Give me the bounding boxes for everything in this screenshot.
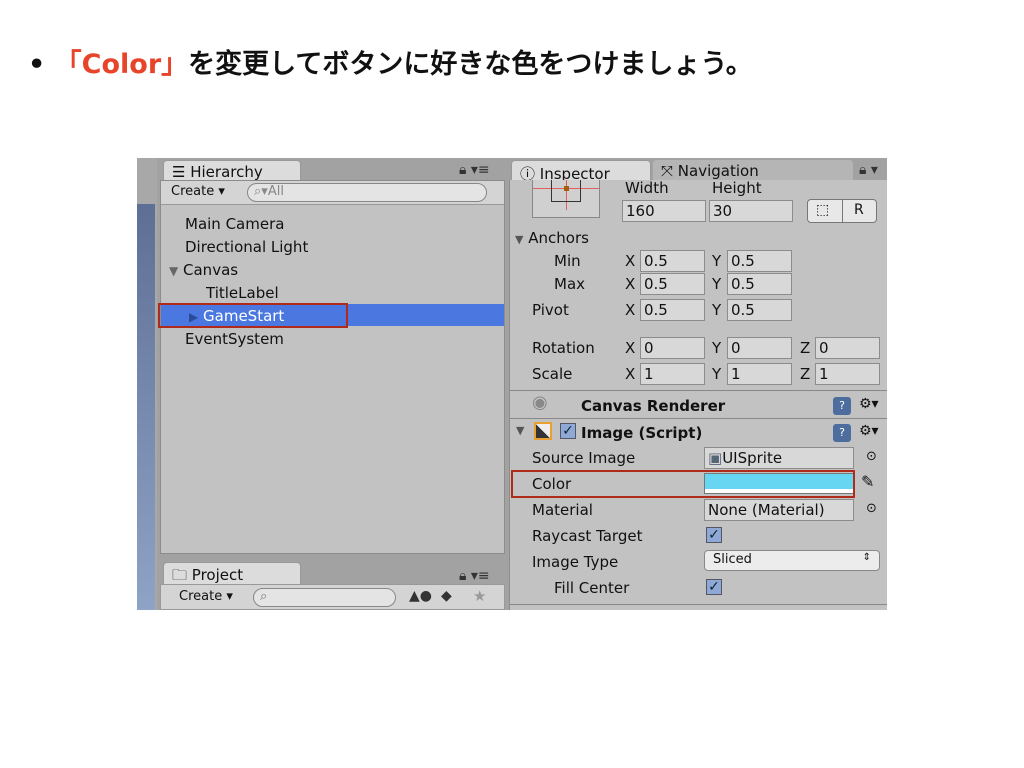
- gear-icon[interactable]: ⚙▾: [859, 396, 879, 412]
- scale-z-field[interactable]: 1: [815, 363, 880, 385]
- scale-label: Scale: [532, 365, 573, 383]
- search-icon: ⌕: [260, 589, 268, 604]
- rotation-x-field[interactable]: 0: [640, 337, 705, 359]
- scale-x-field[interactable]: 1: [640, 363, 705, 385]
- foldout-arrow-icon[interactable]: ▼: [516, 424, 524, 437]
- rotation-z-field[interactable]: 0: [815, 337, 880, 359]
- create-dropdown[interactable]: Create ▾: [179, 589, 233, 604]
- hierarchy-search-input[interactable]: ⌕▾All: [247, 183, 487, 202]
- y-label: Y: [712, 339, 722, 357]
- gear-icon[interactable]: ⚙▾: [859, 423, 879, 439]
- fill-center-checkbox[interactable]: ✓: [706, 579, 722, 595]
- help-icon[interactable]: ?: [833, 424, 851, 442]
- x-label: X: [625, 252, 636, 270]
- pivot-y-field[interactable]: 0.5: [727, 299, 792, 321]
- image-enabled-checkbox[interactable]: ✓: [560, 423, 576, 439]
- raycast-target-label: Raycast Target: [532, 527, 643, 545]
- help-icon[interactable]: ?: [833, 397, 851, 415]
- component-header[interactable]: Canvas Renderer: [581, 396, 725, 416]
- hierarchy-panel: Create ▾ ⌕▾All Main Camera Directional L…: [158, 180, 505, 554]
- source-image-label: Source Image: [532, 449, 636, 467]
- pivot-label: Pivot: [532, 301, 569, 319]
- favorites-star-icon[interactable]: ★: [473, 587, 486, 605]
- scene-view-strip: [137, 204, 155, 610]
- material-label: Material: [532, 501, 593, 519]
- y-label: Y: [712, 365, 722, 383]
- y-label: Y: [712, 301, 722, 319]
- tree-item[interactable]: Main Camera: [185, 215, 284, 233]
- source-image-field[interactable]: ▣UISprite: [704, 447, 854, 469]
- slide-title: • 「Color」を変更してボタンに好きな色をつけましょう。: [28, 42, 753, 81]
- raycast-target-checkbox[interactable]: ✓: [706, 527, 722, 543]
- x-label: X: [625, 365, 636, 383]
- z-label: Z: [800, 365, 811, 383]
- scale-y-field[interactable]: 1: [727, 363, 792, 385]
- bullet: •: [28, 49, 46, 80]
- anchor-max-y-field[interactable]: 0.5: [727, 273, 792, 295]
- blueprint-raw-buttons: ⬚ R: [807, 199, 877, 223]
- anchor-min-y-field[interactable]: 0.5: [727, 250, 792, 272]
- inspector-panel: Width Height 160 30 ⬚ R ▼ Anchors Min Ma…: [509, 179, 887, 610]
- anchors-foldout[interactable]: ▼ Anchors: [515, 228, 589, 250]
- lock-icon[interactable]: 🔒︎ ▾≡: [459, 568, 490, 584]
- tab-project[interactable]: 🗀 Project: [163, 562, 301, 586]
- image-type-dropdown[interactable]: Sliced ⇕: [704, 550, 880, 571]
- fill-center-label: Fill Center: [554, 579, 630, 597]
- eyedropper-icon[interactable]: ✎: [861, 472, 874, 491]
- folder-icon: 🗀: [172, 566, 188, 584]
- height-field[interactable]: 30: [709, 200, 793, 222]
- min-label: Min: [554, 252, 581, 270]
- eye-icon: ◉: [532, 392, 548, 413]
- height-label: Height: [712, 179, 762, 197]
- tree-item[interactable]: TitleLabel: [206, 284, 279, 302]
- y-label: Y: [712, 252, 722, 270]
- sprite-icon: ▣: [708, 449, 723, 467]
- unity-editor-screenshot: ☰ Hierarchy 🔒︎ ▾≡ Create ▾ ⌕▾All Main Ca…: [137, 158, 887, 610]
- anchor-min-x-field[interactable]: 0.5: [640, 250, 705, 272]
- list-icon: ☰: [172, 163, 186, 181]
- z-label: Z: [800, 339, 811, 357]
- expand-arrow-icon[interactable]: ▼: [169, 264, 178, 278]
- x-label: X: [625, 301, 636, 319]
- component-header[interactable]: Image (Script): [581, 423, 702, 443]
- rotation-label: Rotation: [532, 339, 595, 357]
- tree-item[interactable]: EventSystem: [185, 330, 284, 348]
- y-label: Y: [712, 275, 722, 293]
- width-label: Width: [625, 179, 669, 197]
- filter-type-icon[interactable]: ▲●: [409, 588, 432, 604]
- anchor-preset-button[interactable]: [532, 180, 600, 218]
- lock-icon[interactable]: 🔒︎ ▾: [859, 162, 878, 178]
- project-toolbar: Create ▾ ⌕ ▲● ◆ ★: [160, 584, 505, 610]
- lock-icon[interactable]: 🔒︎ ▾≡: [459, 162, 490, 178]
- search-icon: ⌕▾: [254, 184, 268, 199]
- object-picker-icon[interactable]: ⊙: [866, 449, 877, 464]
- highlight-text: 「Color」: [54, 49, 189, 80]
- x-label: X: [625, 339, 636, 357]
- material-field[interactable]: None (Material): [704, 499, 854, 521]
- image-type-label: Image Type: [532, 553, 619, 571]
- image-component-icon: [534, 422, 552, 440]
- raw-edit-button[interactable]: R: [854, 202, 864, 218]
- annotation-box: [511, 470, 855, 498]
- tree-item[interactable]: Directional Light: [185, 238, 308, 256]
- annotation-box: [158, 303, 348, 328]
- instruction-text: を変更してボタンに好きな色をつけましょう。: [188, 49, 753, 80]
- max-label: Max: [554, 275, 586, 293]
- x-label: X: [625, 275, 636, 293]
- create-dropdown[interactable]: Create ▾: [171, 184, 225, 199]
- pivot-x-field[interactable]: 0.5: [640, 299, 705, 321]
- rotation-y-field[interactable]: 0: [727, 337, 792, 359]
- blueprint-mode-button[interactable]: ⬚: [816, 202, 829, 218]
- width-field[interactable]: 160: [622, 200, 706, 222]
- project-search-input[interactable]: ⌕: [253, 588, 396, 607]
- anchor-max-x-field[interactable]: 0.5: [640, 273, 705, 295]
- object-picker-icon[interactable]: ⊙: [866, 501, 877, 516]
- tab-hierarchy[interactable]: ☰ Hierarchy: [163, 160, 301, 182]
- tree-item[interactable]: ▼ Canvas: [169, 261, 238, 279]
- label-tag-icon[interactable]: ◆: [441, 588, 452, 604]
